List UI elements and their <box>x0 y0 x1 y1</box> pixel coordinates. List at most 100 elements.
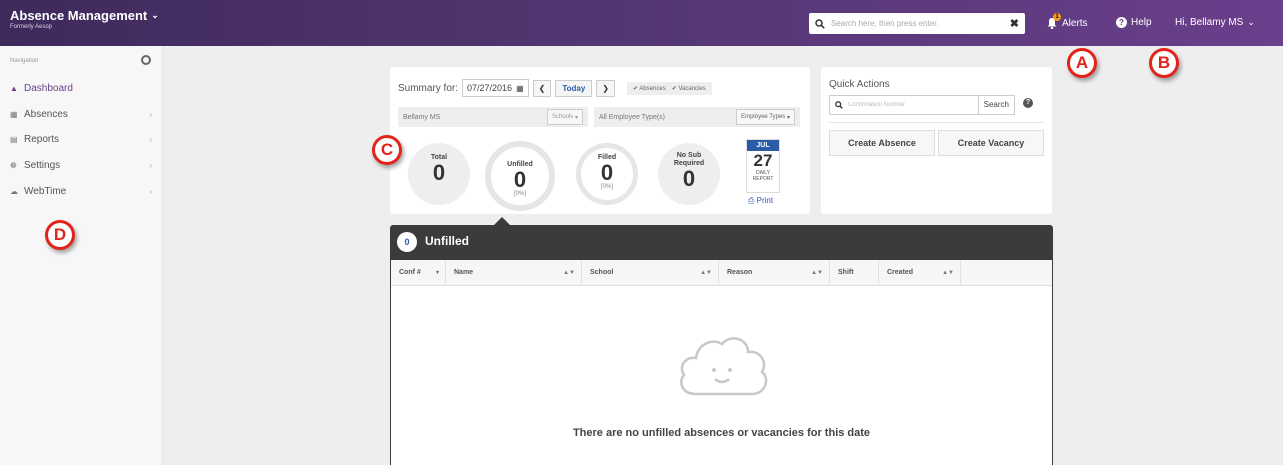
bell-icon: 1 <box>1046 13 1061 30</box>
alerts-label: Alerts <box>1062 17 1088 29</box>
create-vacancy-button[interactable]: Create Vacancy <box>938 130 1044 156</box>
column-label: Created <box>887 269 914 276</box>
date-picker[interactable]: 07/27/2016 ▦ <box>462 79 529 97</box>
unfilled-title: Unfilled <box>425 234 469 248</box>
confirmation-search[interactable]: Search <box>829 95 1015 115</box>
marker-c: C <box>372 135 402 165</box>
total-stat[interactable]: Total 0 <box>408 143 470 205</box>
summary-date: 07/27/2016 <box>467 83 513 93</box>
search-input[interactable] <box>831 19 1010 28</box>
prev-day-button[interactable]: ❮ <box>532 79 552 97</box>
column-created[interactable]: Created ▲▼ <box>879 260 961 286</box>
marker-d: D <box>45 220 75 250</box>
calendar-line2: REPORT <box>752 176 774 182</box>
unfilled-value: 0 <box>513 167 527 192</box>
column-school[interactable]: School ▲▼ <box>582 260 719 286</box>
column-label: Name <box>454 269 474 276</box>
search-icon <box>835 101 843 109</box>
summary-panel: Summary for: 07/27/2016 ▦ ❮ Today ❯ ✔ Ab… <box>390 67 810 214</box>
sidebar-item-dashboard[interactable]: ▲ Dashboard <box>10 78 152 98</box>
vacancies-checkbox[interactable]: ✔ Vacancies <box>672 85 706 92</box>
no-sub-stat[interactable]: No Sub Required 0 <box>658 143 720 205</box>
top-bar: Absence Management⌄ Formerly Aesop ✖ 1 A… <box>0 0 1283 46</box>
sort-icon: ▲▼ <box>700 270 712 276</box>
help-link[interactable]: ? Help <box>1116 17 1152 28</box>
vacancies-checkbox-label: Vacancies <box>678 85 706 92</box>
dashboard-icon: ▲ <box>10 83 18 93</box>
sidebar-item-reports[interactable]: ▤ Reports › <box>10 129 152 149</box>
create-absence-button[interactable]: Create Absence <box>829 130 935 156</box>
unfilled-stat[interactable]: Unfilled 0 [0%] <box>485 141 555 211</box>
location-value: Bellamy MS <box>403 113 441 121</box>
panel-pointer <box>494 217 510 225</box>
no-sub-label: No Sub <box>676 152 702 159</box>
settings-gear-icon[interactable] <box>141 55 151 65</box>
no-sub-value: 0 <box>682 166 696 191</box>
column-reason[interactable]: Reason ▲▼ <box>719 260 830 286</box>
employee-type-value: All Employee Type(s) <box>599 113 666 121</box>
help-label: Help <box>1131 17 1152 28</box>
unfilled-count-badge: 0 <box>397 232 417 252</box>
user-menu[interactable]: Hi, Bellamy MS ⌄ <box>1175 17 1255 28</box>
sidebar-item-absences[interactable]: ▦ Absences › <box>10 104 152 124</box>
absences-checkbox-label: Absences <box>639 85 666 92</box>
marker-a: A <box>1067 48 1097 78</box>
column-label: Reason <box>727 269 753 276</box>
marker-b: B <box>1149 48 1179 78</box>
quick-actions-title: Quick Actions <box>829 79 890 90</box>
app-title: Absence Management <box>10 8 148 23</box>
alerts-badge: 1 <box>1053 13 1061 21</box>
location-select[interactable]: Bellamy MS Schools ▾ <box>398 107 588 127</box>
sort-icon: ▲▼ <box>811 270 823 276</box>
daily-report-calendar[interactable]: JUL 27 DAILY REPORT <box>746 139 780 193</box>
filled-value: 0 <box>600 160 614 185</box>
app-brand[interactable]: Absence Management ⌄ Formerly Aesop <box>10 8 159 30</box>
chevron-right-icon: › <box>149 160 152 170</box>
help-icon[interactable]: ? <box>1023 98 1033 108</box>
calendar-day: 27 <box>753 151 773 170</box>
column-shift[interactable]: Shift <box>830 260 879 286</box>
schools-dropdown[interactable]: Schools ▾ <box>546 109 583 125</box>
sidebar-item-settings[interactable]: ❁ Settings › <box>10 155 152 175</box>
total-value: 0 <box>432 160 446 185</box>
column-label: School <box>590 269 614 276</box>
sort-icon: ▲▼ <box>563 270 575 276</box>
summary-toolbar: Summary for: 07/27/2016 ▦ ❮ Today ❯ ✔ Ab… <box>398 79 712 97</box>
calendar-month: JUL <box>747 140 779 151</box>
chevron-down-icon: ⌄ <box>1247 17 1255 27</box>
empty-state <box>390 330 1053 407</box>
cloud-icon: ☁ <box>10 186 18 196</box>
global-search[interactable]: ✖ <box>809 13 1025 34</box>
next-day-button[interactable]: ❯ <box>596 79 615 97</box>
divider <box>829 122 1044 123</box>
search-icon <box>815 18 825 29</box>
sidebar-item-label: Absences <box>24 108 68 120</box>
schools-dropdown-label: Schools <box>551 114 574 120</box>
summary-filters: Bellamy MS Schools ▾ All Employee Type(s… <box>398 107 800 127</box>
filled-pct: [0%] <box>600 184 613 190</box>
clear-search-icon[interactable]: ✖ <box>1010 17 1019 30</box>
employee-types-dropdown[interactable]: Employee Types ▾ <box>736 109 795 125</box>
filter-checkboxes: ✔ Absences ✔ Vacancies <box>627 81 712 95</box>
sort-icon: ▲▼ <box>942 270 954 276</box>
confirmation-search-button[interactable]: Search <box>977 96 1014 114</box>
chevron-right-icon: › <box>149 109 152 119</box>
unfilled-header: 0 Unfilled <box>390 225 1053 260</box>
sidebar-item-webtime[interactable]: ☁ WebTime › <box>10 181 152 201</box>
employee-type-select[interactable]: All Employee Type(s) Employee Types ▾ <box>594 107 800 127</box>
today-button[interactable]: Today <box>555 79 593 97</box>
column-name[interactable]: Name ▲▼ <box>446 260 582 286</box>
absences-checkbox[interactable]: ✔ Absences <box>633 85 666 92</box>
chevron-down-icon: ⌄ <box>151 10 159 20</box>
app-subtitle: Formerly Aesop <box>10 24 53 30</box>
unfilled-panel: 0 Unfilled Conf # ▾ Name ▲▼ School ▲▼ Reaso… <box>390 217 1053 465</box>
quick-actions-panel: Quick Actions Search ? Create Absence Cr… <box>821 67 1052 214</box>
alerts-link[interactable]: 1 Alerts <box>1046 13 1088 30</box>
print-link[interactable]: ⎙ Print <box>748 196 773 206</box>
employee-types-dropdown-label: Employee Types <box>741 114 786 120</box>
sort-desc-icon: ▾ <box>435 270 439 276</box>
filled-stat[interactable]: Filled 0 [0%] <box>576 143 638 205</box>
column-conf[interactable]: Conf # ▾ <box>391 260 446 286</box>
chevron-right-icon: › <box>149 134 152 144</box>
chart-icon: ▤ <box>10 134 18 144</box>
